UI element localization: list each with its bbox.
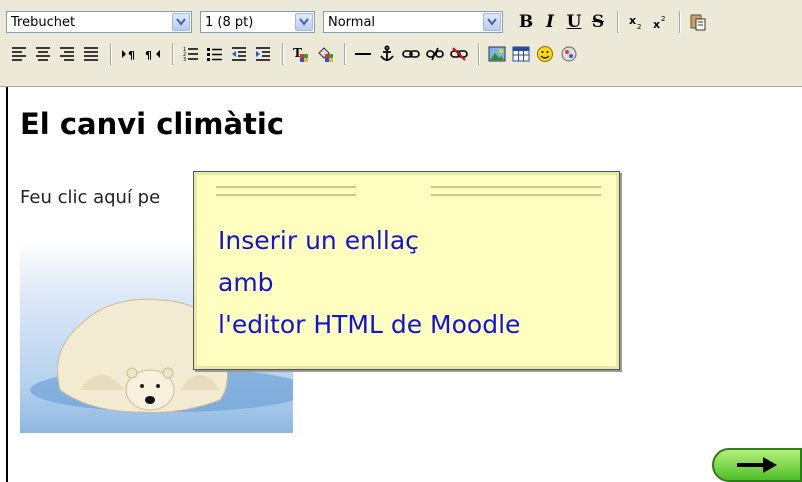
- tooltip-decoration-right: [431, 186, 601, 196]
- toolbar-separator: [282, 43, 284, 65]
- background-color-icon[interactable]: [314, 43, 336, 65]
- font-size-value: 1 (8 pt): [205, 14, 254, 30]
- unordered-list-icon[interactable]: [204, 43, 226, 65]
- paragraph-text: Feu clic aquí pe: [20, 187, 161, 208]
- svg-text:3: 3: [183, 57, 186, 63]
- outdent-icon[interactable]: [228, 43, 250, 65]
- toolbar-separator: [478, 43, 480, 65]
- insert-table-icon[interactable]: [510, 43, 532, 65]
- toolbar-separator: [110, 43, 112, 65]
- svg-text:2: 2: [637, 23, 641, 31]
- subscript-icon[interactable]: x2: [625, 11, 647, 33]
- tooltip-line-2: amb: [218, 268, 274, 297]
- tooltip-decoration-left: [216, 186, 356, 196]
- svg-text:¶: ¶: [145, 49, 152, 62]
- arrow-right-icon: [737, 457, 777, 473]
- align-right-icon[interactable]: [56, 43, 78, 65]
- next-button[interactable]: [712, 448, 802, 482]
- font-size-select[interactable]: 1 (8 pt): [200, 11, 315, 33]
- svg-text:¶: ¶: [128, 49, 135, 62]
- nolink-icon[interactable]: [448, 43, 470, 65]
- italic-icon[interactable]: I: [539, 11, 561, 33]
- insert-image-icon[interactable]: [486, 43, 508, 65]
- toolbar-row-1: Trebuchet 1 (8 pt) Normal B I U S x2 x2: [0, 8, 711, 36]
- paste-icon[interactable]: [687, 11, 709, 33]
- anchor-icon[interactable]: [376, 43, 398, 65]
- strikethrough-icon[interactable]: S: [587, 11, 609, 33]
- toolbar-separator: [344, 43, 346, 65]
- justify-icon[interactable]: [80, 43, 102, 65]
- ltr-icon[interactable]: ¶: [118, 43, 140, 65]
- bold-icon[interactable]: B: [515, 11, 537, 33]
- svg-text:x: x: [629, 14, 636, 27]
- unlink-icon[interactable]: [424, 43, 446, 65]
- tooltip-line-1: Inserir un enllaç: [218, 226, 419, 255]
- paragraph-style-select[interactable]: Normal: [323, 11, 503, 33]
- align-center-icon[interactable]: [32, 43, 54, 65]
- toolbar-separator: [617, 11, 619, 33]
- superscript-icon[interactable]: x2: [649, 11, 671, 33]
- horizontal-rule-icon[interactable]: [352, 43, 374, 65]
- chevron-down-icon: [295, 13, 313, 31]
- smiley-icon[interactable]: [534, 43, 556, 65]
- font-family-value: Trebuchet: [11, 14, 76, 30]
- rtl-icon[interactable]: ¶: [142, 43, 164, 65]
- align-left-icon[interactable]: [8, 43, 30, 65]
- strike-label: S: [591, 12, 605, 32]
- page-title: El canvi climàtic: [20, 107, 285, 141]
- tooltip-text: Inserir un enllaç amb l'editor HTML de M…: [218, 220, 608, 346]
- link-icon[interactable]: [400, 43, 422, 65]
- svg-text:x: x: [653, 18, 660, 31]
- chevron-down-icon: [172, 13, 190, 31]
- font-family-select[interactable]: Trebuchet: [6, 11, 192, 33]
- bold-label: B: [518, 12, 534, 32]
- underline-icon[interactable]: U: [563, 11, 585, 33]
- toolbar-row-2: ¶ ¶ 123 T: [0, 40, 582, 68]
- toolbar-separator: [172, 43, 174, 65]
- italic-label: I: [546, 12, 554, 32]
- svg-text:2: 2: [661, 15, 665, 23]
- paragraph-style-value: Normal: [328, 14, 376, 30]
- indent-icon[interactable]: [252, 43, 274, 65]
- special-char-icon[interactable]: [558, 43, 580, 65]
- chevron-down-icon: [483, 13, 501, 31]
- underline-label: U: [566, 12, 582, 32]
- toolbar-separator: [679, 11, 681, 33]
- ordered-list-icon[interactable]: 123: [180, 43, 202, 65]
- text-color-icon[interactable]: T: [290, 43, 312, 65]
- instruction-tooltip: Inserir un enllaç amb l'editor HTML de M…: [193, 171, 620, 370]
- editor-toolbar: Trebuchet 1 (8 pt) Normal B I U S x2 x2: [0, 0, 802, 87]
- tooltip-line-3: l'editor HTML de Moodle: [218, 310, 521, 339]
